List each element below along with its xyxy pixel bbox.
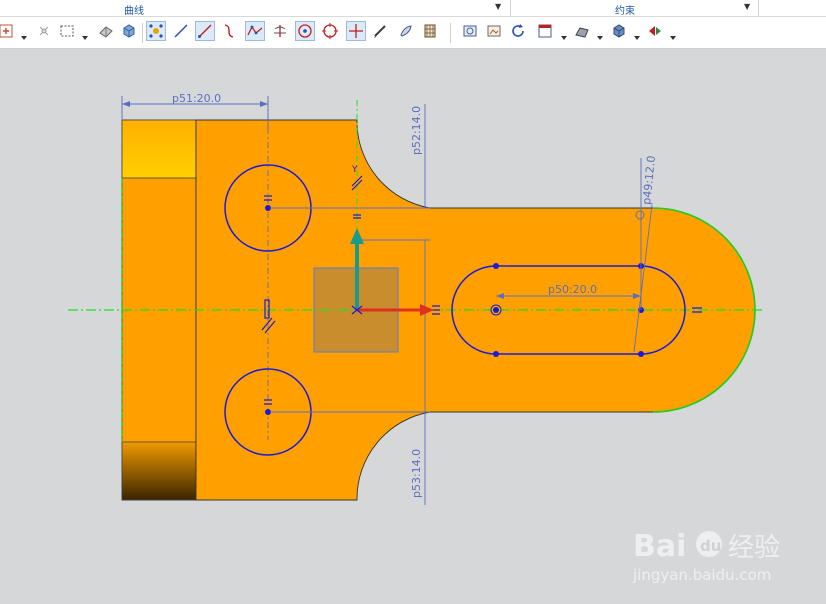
selection-box-icon[interactable] xyxy=(57,21,77,41)
watermark-brand-du: du xyxy=(700,537,721,555)
ribbon-group-bar: 曲线 ▼ 约束 ▼ xyxy=(0,0,826,17)
pattern-icon[interactable] xyxy=(420,21,440,41)
watermark: Bai du 经验 jingyan.baidu.com xyxy=(632,529,780,584)
line-icon[interactable] xyxy=(171,21,191,41)
shaded-solid-icon[interactable] xyxy=(96,21,116,41)
sketch-canvas[interactable]: p51:20.0 p52:14.0 p53:14.0 p49:12.0 p50:… xyxy=(0,49,826,600)
refresh-icon[interactable] xyxy=(508,21,528,41)
solid-box-icon[interactable] xyxy=(609,21,629,41)
ribbon-group-curve[interactable]: 曲线 ▼ xyxy=(0,0,510,17)
line-tool-icon[interactable] xyxy=(195,21,215,41)
chevron-down-icon[interactable] xyxy=(634,27,640,40)
chevron-down-icon[interactable] xyxy=(561,27,567,40)
view-fit-icon[interactable] xyxy=(460,21,480,41)
chevron-down-icon[interactable] xyxy=(82,27,88,40)
dimension-label[interactable]: p50:20.0 xyxy=(548,283,597,296)
window-icon[interactable] xyxy=(535,21,555,41)
ribbon-group-constraint[interactable]: 约束 ▼ xyxy=(511,0,758,17)
dimension-label[interactable]: p53:14.0 xyxy=(410,449,423,498)
chevron-down-icon[interactable] xyxy=(21,27,27,40)
ribbon-group-label: 约束 xyxy=(615,6,635,17)
base-block-top-face xyxy=(121,119,197,179)
chevron-down-icon[interactable] xyxy=(670,27,676,40)
display-mode-icon[interactable] xyxy=(645,21,665,41)
chevron-down-icon[interactable]: ▼ xyxy=(744,2,750,11)
sketch-toolbar xyxy=(0,17,826,49)
divider xyxy=(758,0,759,16)
circle-center-icon[interactable] xyxy=(295,21,315,41)
y-axis-label: Y xyxy=(351,165,358,175)
watermark-url: jingyan.baidu.com xyxy=(632,566,771,584)
base-block-bottom-face xyxy=(121,441,197,501)
brush-icon[interactable] xyxy=(396,21,416,41)
vertex-select-icon[interactable] xyxy=(146,21,166,41)
crosshair-icon[interactable] xyxy=(346,21,366,41)
polyline-icon[interactable] xyxy=(245,21,265,41)
dimension-label[interactable]: p49:12.0 xyxy=(640,155,658,205)
dimension-label[interactable]: p52:14.0 xyxy=(410,106,423,155)
ribbon-group-label: 曲线 xyxy=(124,6,144,17)
dimension-label[interactable]: p51:20.0 xyxy=(172,92,221,105)
trim-icon[interactable] xyxy=(270,21,290,41)
studio-spline-icon[interactable] xyxy=(219,21,239,41)
divider xyxy=(450,23,451,43)
slot-point[interactable] xyxy=(493,263,499,269)
chevron-down-icon[interactable] xyxy=(597,27,603,40)
slot-point[interactable] xyxy=(493,351,499,357)
pen-icon[interactable] xyxy=(370,21,390,41)
sketch-point-icon[interactable] xyxy=(0,21,16,41)
watermark-brand: Bai xyxy=(633,529,686,564)
slot-center-left[interactable] xyxy=(493,307,499,313)
slot-point[interactable] xyxy=(638,351,644,357)
watermark-brand-cn: 经验 xyxy=(728,533,780,563)
graphics-window[interactable]: p51:20.0 p52:14.0 p53:14.0 p49:12.0 p50:… xyxy=(0,49,826,600)
snap-point-icon[interactable] xyxy=(34,21,54,41)
circle-icon[interactable] xyxy=(320,21,340,41)
image-icon[interactable] xyxy=(484,21,504,41)
divider xyxy=(142,23,143,43)
surface-icon[interactable] xyxy=(572,21,592,41)
chevron-down-icon[interactable]: ▼ xyxy=(495,2,501,11)
cube-icon[interactable] xyxy=(119,21,139,41)
